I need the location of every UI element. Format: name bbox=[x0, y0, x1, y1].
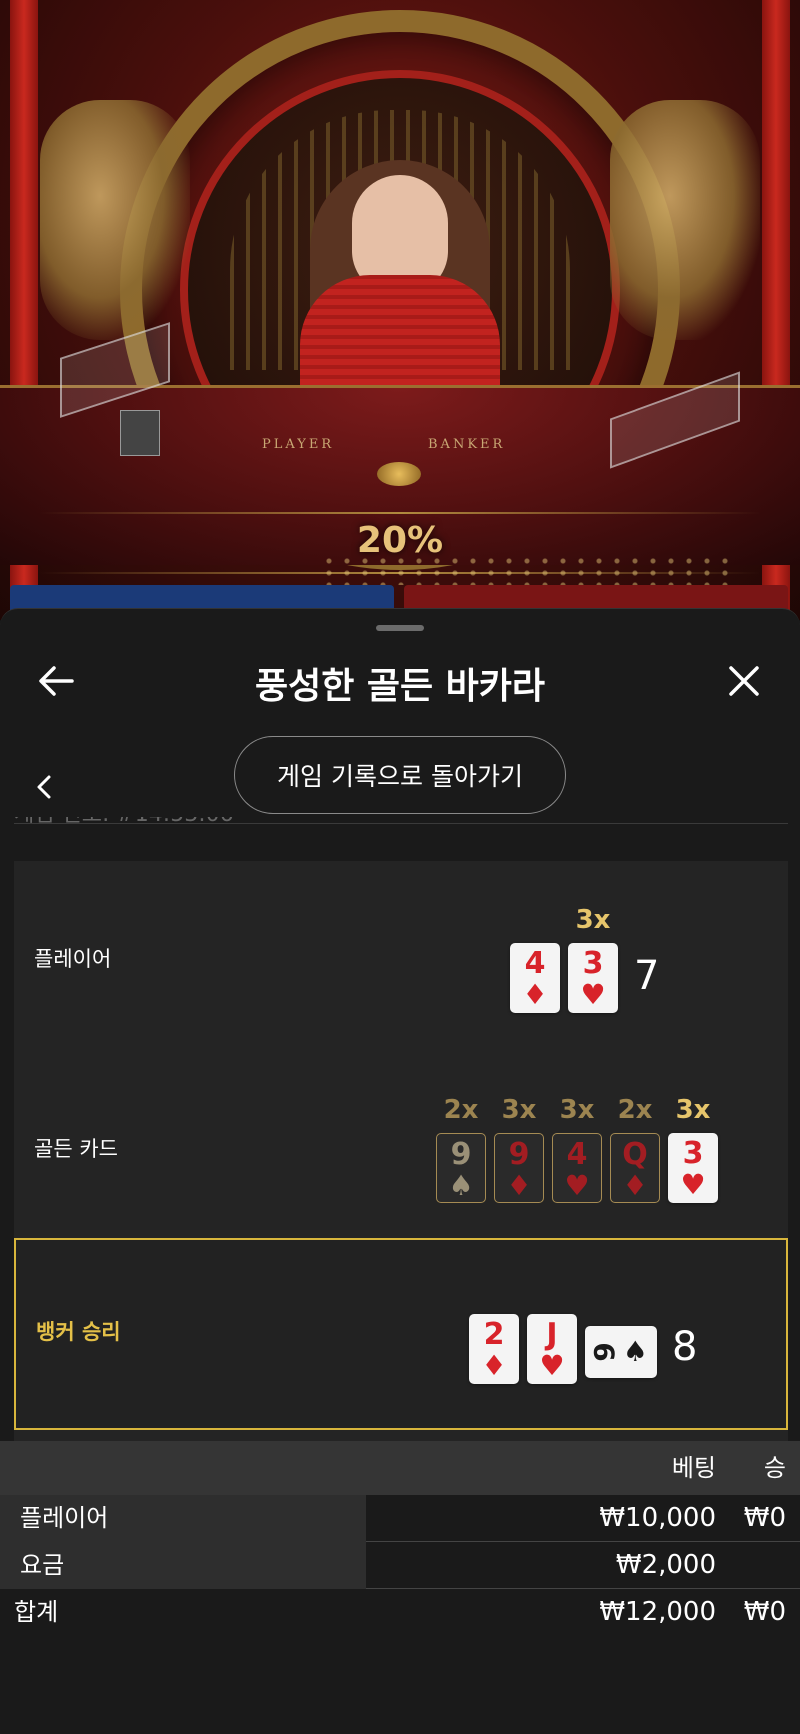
heart-icon: ♥ bbox=[539, 1349, 565, 1382]
bets-table-row: 요금 ₩2,000 bbox=[0, 1542, 800, 1589]
bet-amount: ₩10,000 bbox=[599, 1503, 716, 1533]
spade-icon: ♠ bbox=[448, 1169, 474, 1202]
diamond-icon: ♦ bbox=[522, 978, 548, 1011]
golden-card-multiplier: 2x bbox=[443, 1095, 479, 1125]
panel-title: 풍성한 골든 바카라 bbox=[254, 666, 546, 707]
card-rank: 9 bbox=[450, 1137, 472, 1172]
card-rank: Q bbox=[622, 1137, 648, 1172]
chevron-left-icon bbox=[37, 775, 51, 799]
bet-label: 플레이어 bbox=[0, 1495, 366, 1542]
player-card-2: 3 ♥ bbox=[568, 943, 618, 1013]
player-card-1: 4 ♦ bbox=[510, 943, 560, 1013]
progress-line-top bbox=[40, 512, 760, 514]
golden-card-2: 9 ♦ bbox=[494, 1133, 544, 1203]
game-history-panel: 풍성한 골든 바카라 게임 기록으로 돌아가기 게임 번호: #14:53:06… bbox=[0, 608, 800, 1734]
banker-total: 8 bbox=[672, 1324, 698, 1370]
golden-card-3: 4 ♥ bbox=[552, 1133, 602, 1203]
card-rank: 3 bbox=[582, 946, 604, 981]
close-icon bbox=[729, 666, 759, 696]
heart-icon: ♥ bbox=[680, 1168, 706, 1201]
live-video-stream: PLAYER BANKER 20% bbox=[0, 0, 800, 620]
col-win-header: 승 bbox=[763, 1454, 786, 1482]
close-button[interactable] bbox=[716, 653, 772, 709]
partial-round-info: 게임 번호: #14:53:06 bbox=[14, 817, 234, 833]
card-rank: 3 bbox=[682, 1136, 704, 1171]
golden-card-multiplier: 2x bbox=[617, 1095, 653, 1125]
banker-card-2: J ♥ bbox=[527, 1314, 577, 1384]
banker-win-row: 뱅커 승리 2 ♦ J ♥ 6 ♠ 8 bbox=[14, 1238, 788, 1430]
table-label-player: PLAYER bbox=[262, 437, 335, 452]
bets-total-row: 합계 ₩12,000 ₩0 bbox=[0, 1589, 800, 1636]
golden-card-multiplier: 3x bbox=[501, 1095, 537, 1125]
card-rank: 2 bbox=[483, 1317, 505, 1352]
card-rank: 4 bbox=[524, 946, 546, 981]
golden-card-4: Q ♦ bbox=[610, 1133, 660, 1203]
table-label-banker: BANKER bbox=[428, 437, 506, 452]
dealer-bell bbox=[377, 462, 421, 486]
win-amount: ₩0 bbox=[743, 1503, 786, 1533]
heart-icon: ♥ bbox=[580, 978, 606, 1011]
partial-round-text: 게임 번호: #14:53:06 bbox=[14, 817, 234, 827]
gold-sparkles bbox=[320, 555, 740, 585]
golden-card-multiplier: 3x bbox=[559, 1095, 595, 1125]
bets-table-header: 베팅 승 bbox=[0, 1441, 800, 1495]
history-back-button[interactable] bbox=[24, 757, 64, 817]
discard-stack bbox=[120, 410, 160, 456]
heart-icon: ♥ bbox=[564, 1169, 590, 1202]
col-bet-header: 베팅 bbox=[671, 1454, 716, 1482]
banker-card-1: 2 ♦ bbox=[469, 1314, 519, 1384]
card-rank: J bbox=[546, 1317, 558, 1352]
card-rank: 9 bbox=[508, 1137, 530, 1172]
golden-cards-label: 골든 카드 bbox=[34, 1137, 118, 1161]
card-rank: 4 bbox=[566, 1137, 588, 1172]
banker-card-3-sideways: 6 ♠ bbox=[585, 1326, 657, 1378]
right-dragon-statue bbox=[610, 100, 760, 340]
golden-card-multiplier: 3x bbox=[675, 1095, 711, 1125]
golden-card-1: 9 ♠ bbox=[436, 1133, 486, 1203]
bets-table-row: 플레이어 ₩10,000 ₩0 bbox=[0, 1495, 800, 1542]
header-separator bbox=[14, 823, 788, 824]
drag-handle[interactable] bbox=[376, 625, 424, 631]
golden-card-5-highlighted: 3 ♥ bbox=[668, 1133, 718, 1203]
diamond-icon: ♦ bbox=[481, 1349, 507, 1382]
banker-win-label: 뱅커 승리 bbox=[36, 1320, 121, 1344]
left-dragon-statue bbox=[40, 100, 190, 340]
diamond-icon: ♦ bbox=[506, 1169, 532, 1202]
total-bet-amount: ₩12,000 bbox=[599, 1597, 716, 1627]
player-row-label: 플레이어 bbox=[34, 947, 112, 971]
diamond-icon: ♦ bbox=[622, 1169, 648, 1202]
player-card-multiplier: 3x bbox=[575, 905, 611, 935]
bet-amount: ₩2,000 bbox=[615, 1550, 716, 1580]
card-rank: 6 bbox=[587, 1342, 621, 1362]
total-win-amount: ₩0 bbox=[743, 1597, 786, 1627]
total-label: 합계 bbox=[14, 1598, 59, 1626]
bet-label: 요금 bbox=[0, 1542, 366, 1589]
back-to-history-button[interactable]: 게임 기록으로 돌아가기 bbox=[234, 736, 566, 814]
player-total: 7 bbox=[634, 953, 660, 999]
